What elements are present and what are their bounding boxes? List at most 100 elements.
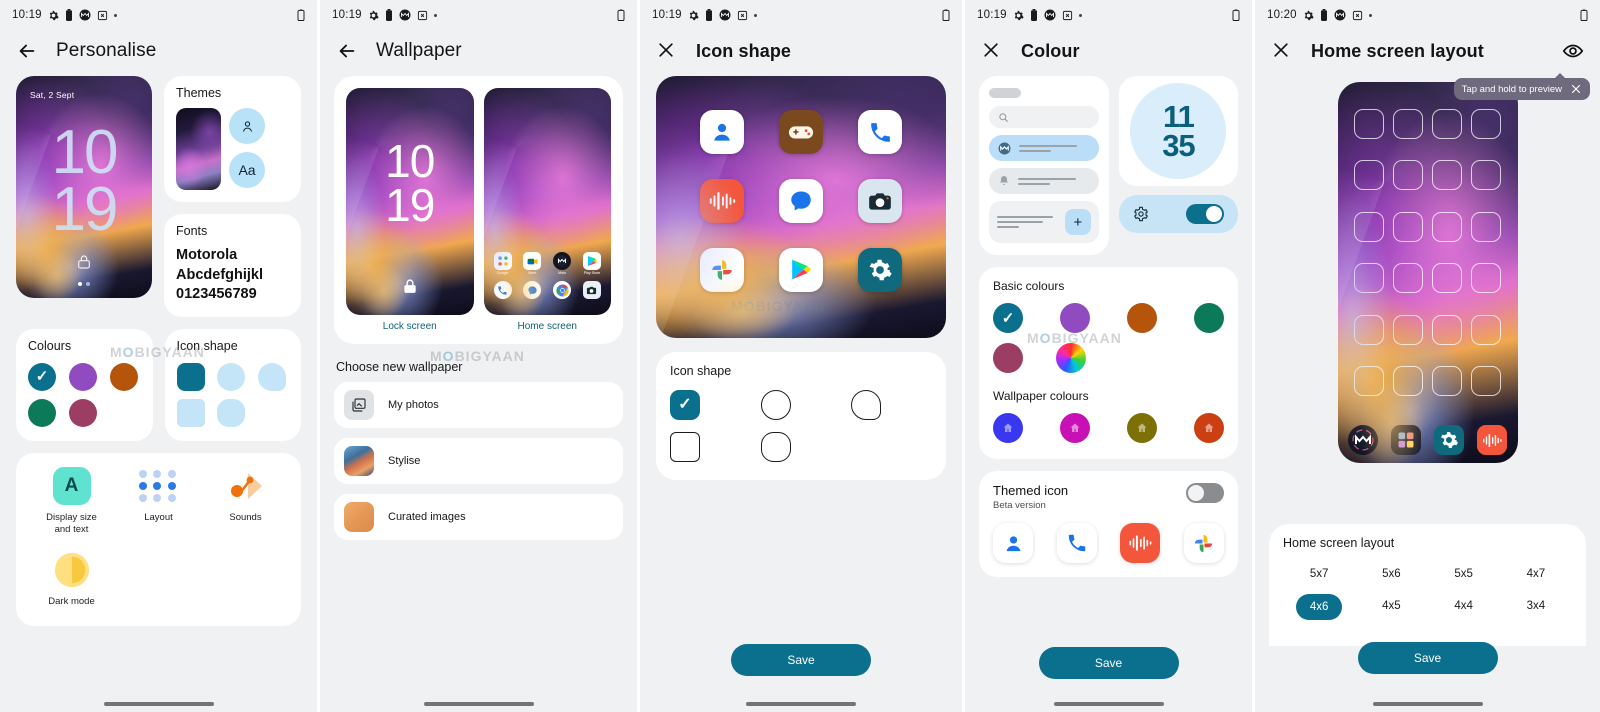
phone-icon[interactable] (858, 110, 903, 155)
themes-card[interactable]: Themes Aa (164, 76, 301, 202)
close-icon[interactable] (656, 40, 678, 62)
home-app[interactable]: Moto (551, 252, 573, 275)
close-icon[interactable] (1271, 40, 1293, 62)
settings-icon[interactable] (1434, 425, 1465, 455)
layout-option-5x6[interactable]: 5x6 (1372, 562, 1411, 586)
wallpaper-colour-swatch[interactable] (1060, 413, 1090, 443)
messages-icon[interactable] (778, 178, 823, 223)
icon-shape-card[interactable]: Icon shape (164, 328, 301, 441)
games-icon[interactable] (778, 110, 823, 155)
tile-dark-mode[interactable]: Dark mode (28, 551, 115, 608)
list-item-stylise[interactable]: Stylise (334, 438, 623, 484)
shape-option-circle[interactable] (760, 390, 791, 420)
page-title: Icon shape (696, 40, 792, 61)
wallpaper-swirl (346, 88, 474, 315)
home-app[interactable]: Google (492, 252, 514, 275)
photos-icon[interactable] (699, 247, 744, 292)
home-app[interactable] (581, 281, 603, 299)
recorder-icon[interactable] (699, 178, 744, 223)
colour-swatch[interactable] (993, 343, 1023, 373)
colour-swatch[interactable] (109, 362, 138, 391)
layout-cell (1432, 211, 1462, 242)
back-arrow-icon[interactable] (16, 40, 38, 62)
preview-toggle[interactable] (1186, 204, 1224, 224)
wallpaper-colour-swatch[interactable] (1127, 413, 1157, 443)
layout-option-4x5[interactable]: 4x5 (1372, 594, 1411, 620)
lock-screen-label[interactable]: Lock screen (346, 321, 474, 332)
themed-icon-toggle[interactable] (1186, 483, 1224, 503)
home-icon-rows: Google Meet Moto Play Store (492, 252, 604, 305)
list-item-curated-images[interactable]: Curated images (334, 494, 623, 540)
lock-screen-preview[interactable]: Sat, 2 Sept 10 19 (16, 76, 152, 298)
app-drawer-icon[interactable] (1390, 425, 1421, 455)
person-icon[interactable] (229, 108, 265, 144)
themed-icon-header: Themed icon Beta version (993, 483, 1224, 511)
home-screen-preview[interactable]: Google Meet Moto Play Store (483, 88, 611, 315)
shape-circle[interactable] (217, 362, 246, 391)
layout-option-5x7[interactable]: 5x7 (1300, 562, 1339, 586)
colour-swatch[interactable] (68, 362, 97, 391)
layout-cell (1432, 314, 1462, 345)
home-app[interactable] (551, 281, 573, 299)
tile-display-size[interactable]: A Display size and text (28, 466, 115, 536)
shape-option-squircle-soft[interactable] (760, 432, 791, 462)
colour-swatch[interactable] (993, 303, 1023, 333)
lock-date: Sat, 2 Sept (30, 90, 75, 100)
colour-swatch[interactable] (1194, 303, 1224, 333)
close-icon[interactable] (1570, 83, 1582, 95)
contacts-icon[interactable] (699, 110, 744, 155)
home-layout-preview[interactable] (1337, 82, 1518, 463)
shape-option-squircle[interactable] (670, 390, 700, 420)
colour-swatch[interactable] (1060, 303, 1090, 333)
colour-swatch[interactable] (1127, 303, 1157, 333)
layout-option-4x4[interactable]: 4x4 (1444, 594, 1483, 620)
fonts-card[interactable]: Fonts Motorola Abcdefghijkl 0123456789 (164, 214, 301, 317)
play-store-icon[interactable] (778, 247, 823, 292)
save-button[interactable]: Save (731, 644, 871, 676)
home-app[interactable]: Meet (521, 252, 543, 275)
colour-swatch[interactable] (28, 398, 56, 427)
font-chip[interactable]: Aa (229, 152, 265, 188)
wallpaper-colour-swatch[interactable] (1194, 413, 1224, 443)
shape-squircle[interactable] (176, 362, 205, 391)
layout-option-4x7[interactable]: 4x7 (1517, 562, 1556, 586)
eye-preview-icon[interactable] (1562, 40, 1584, 62)
shape-teardrop[interactable] (258, 362, 287, 391)
colours-card[interactable]: Colours (16, 328, 153, 441)
shape-rounded-square[interactable] (176, 398, 205, 427)
tile-sounds[interactable]: Sounds (202, 467, 289, 536)
colour-swatch[interactable] (68, 398, 97, 427)
theme-thumbnail[interactable] (176, 108, 221, 190)
save-button[interactable]: Save (1357, 642, 1498, 674)
colour-swatch[interactable] (28, 362, 56, 391)
close-icon[interactable] (981, 40, 1003, 62)
shape-squircle-soft[interactable] (217, 398, 246, 427)
recorder-icon[interactable] (1477, 425, 1508, 455)
mock-pill (989, 88, 1021, 98)
home-app[interactable] (492, 281, 514, 299)
tile-layout[interactable]: Layout (115, 467, 202, 536)
list-item-my-photos[interactable]: My photos (334, 382, 623, 428)
layout-option-5x5[interactable]: 5x5 (1444, 562, 1483, 586)
home-screen-label[interactable]: Home screen (484, 321, 612, 332)
gear-icon (1013, 10, 1024, 21)
layout-option-3x4[interactable]: 3x4 (1517, 594, 1556, 620)
preview-icon-grid (656, 76, 946, 338)
moto-icon[interactable] (1347, 425, 1378, 455)
home-app[interactable]: Play Store (581, 252, 603, 275)
back-arrow-icon[interactable] (336, 40, 358, 62)
shape-option-rounded-square[interactable] (670, 432, 700, 462)
colours-and-shape-row: Colours Icon shape (16, 328, 301, 441)
camera-icon[interactable] (858, 178, 903, 223)
layout-cell (1393, 314, 1423, 345)
colour-wheel-icon[interactable] (1056, 343, 1086, 373)
settings-icon[interactable] (858, 247, 903, 292)
lock-screen-preview[interactable]: 10 19 (346, 88, 474, 315)
gear-icon (368, 10, 379, 21)
save-button[interactable]: Save (1038, 647, 1179, 679)
curated-thumb (344, 502, 374, 532)
home-app[interactable] (521, 281, 543, 299)
wallpaper-colour-swatch[interactable] (993, 413, 1023, 443)
shape-option-teardrop[interactable] (851, 390, 882, 420)
layout-option-4x6[interactable]: 4x6 (1295, 594, 1343, 620)
